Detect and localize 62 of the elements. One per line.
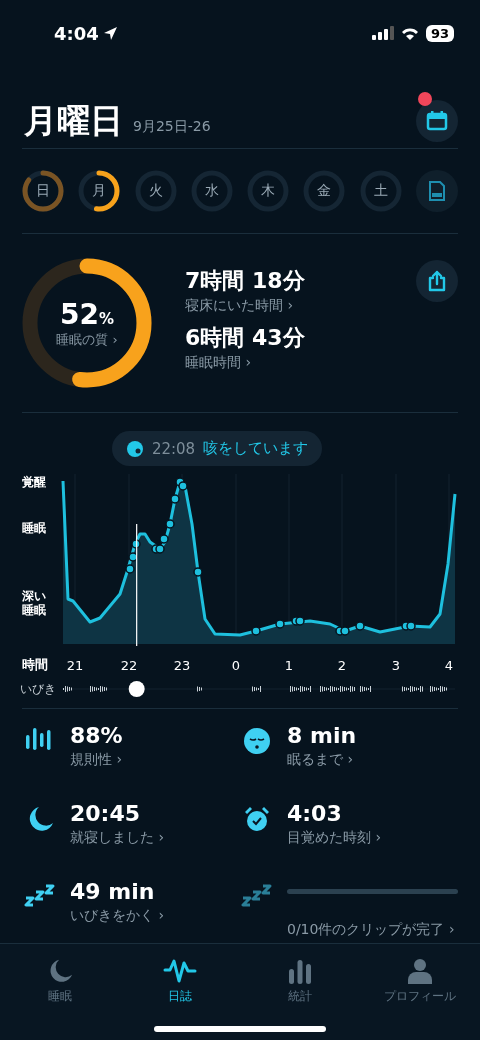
location-arrow-icon	[102, 25, 118, 41]
stage-label: 深い睡眠	[22, 590, 47, 618]
duration-value: 6時間 43分	[185, 325, 305, 350]
share-button[interactable]	[416, 260, 458, 302]
battery-level: 93	[425, 24, 454, 42]
stat-value: 49 min	[70, 879, 156, 904]
cough-face-icon	[125, 439, 144, 458]
stat-link[interactable]: 規則性 ›	[70, 751, 123, 769]
stage-label: 睡眠	[22, 522, 46, 536]
quality-score: 52%	[60, 297, 114, 331]
calendar-icon	[426, 110, 448, 132]
duration-link[interactable]: 寝床にいた時間 ›	[185, 297, 305, 315]
person-icon	[407, 958, 433, 984]
stat-link[interactable]: 就寝しました ›	[70, 829, 165, 847]
tab[interactable]: 統計	[240, 944, 360, 1040]
tab[interactable]: 睡眠	[0, 944, 120, 1040]
quality-link[interactable]: 睡眠の質 ›	[56, 330, 118, 349]
event-text: 咳をしています	[203, 439, 309, 458]
day-button[interactable]: 金	[303, 170, 346, 212]
document-icon	[428, 181, 445, 201]
day-button[interactable]: 木	[247, 170, 290, 212]
duration-value: 7時間 18分	[185, 268, 305, 293]
stat-link[interactable]: 眠るまで ›	[287, 751, 357, 769]
playhead-handle[interactable]	[128, 681, 145, 697]
alarm-clock-icon	[243, 805, 271, 833]
tab[interactable]: プロフィール	[360, 944, 480, 1040]
hour-label: 4	[444, 657, 454, 673]
hour-label: 3	[391, 657, 401, 673]
sleepy-face-icon	[243, 727, 271, 755]
hour-label: 21	[66, 657, 84, 673]
hour-label: 23	[173, 657, 191, 673]
stat-value: 20:45	[70, 801, 142, 826]
day-button[interactable]: 土	[359, 170, 402, 212]
day-button[interactable]: 火	[134, 170, 177, 212]
bar-chart-icon	[287, 958, 313, 984]
hour-label: 0	[231, 657, 241, 673]
stat-value: 8 min	[287, 723, 357, 748]
report-button[interactable]	[415, 170, 458, 212]
stat-link[interactable]: いびきをかく ›	[70, 907, 165, 925]
date-range: 9月25日-26	[133, 118, 211, 136]
axis-label: 時間	[22, 656, 48, 674]
stat-link[interactable]: 0/10件のクリップが完了 ›	[287, 921, 458, 939]
hour-label: 2	[337, 657, 347, 673]
stat-link[interactable]: 目覚めた時刻 ›	[287, 829, 382, 847]
snore-label: いびき	[20, 680, 56, 698]
day-title: 月曜日	[24, 99, 123, 142]
stat-value: 4:03	[287, 801, 343, 826]
duration-link[interactable]: 睡眠時間 ›	[185, 354, 305, 372]
hour-label: 1	[284, 657, 294, 673]
stat-value: 88%	[70, 723, 123, 748]
wave-icon	[163, 958, 197, 984]
event-time: 22:08	[151, 439, 196, 458]
share-icon	[427, 270, 447, 292]
day-button[interactable]: 水	[190, 170, 233, 212]
signal-icon	[371, 26, 394, 40]
hour-label: 22	[120, 657, 138, 673]
status-time: 4:04	[54, 22, 118, 44]
day-button[interactable]: 日	[22, 170, 64, 212]
calendar-button[interactable]	[416, 100, 458, 142]
stage-label: 覚醒	[22, 476, 46, 490]
tab[interactable]: 日誌	[120, 944, 240, 1040]
day-button[interactable]: 月	[78, 170, 121, 212]
